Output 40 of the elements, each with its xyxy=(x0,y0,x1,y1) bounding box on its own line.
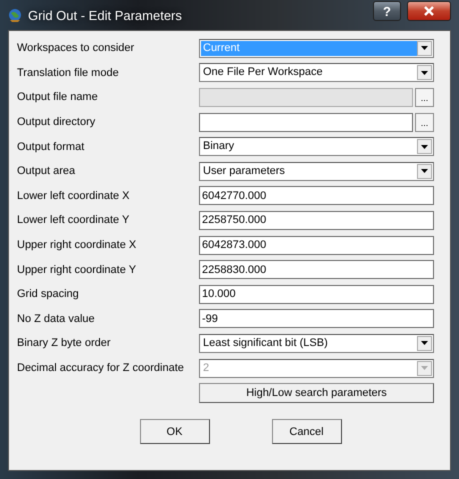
field-label: Output format xyxy=(17,140,86,153)
close-icon xyxy=(424,6,434,16)
caret-icon xyxy=(421,46,428,50)
browse-button[interactable]: ... xyxy=(415,112,434,132)
dropdown[interactable]: Least significant bit (LSB) xyxy=(199,334,434,353)
field-label: Upper right coordinate X xyxy=(17,239,138,252)
window-title: Grid Out - Edit Parameters xyxy=(28,8,183,22)
field-label: No Z data value xyxy=(17,312,96,325)
dropdown[interactable]: User parameters xyxy=(199,162,434,181)
field-label: Output file name xyxy=(17,91,99,104)
input-field[interactable] xyxy=(199,112,413,132)
field-label: Output area xyxy=(17,165,76,178)
field-label: Lower left coordinate X xyxy=(17,190,131,202)
caret-icon xyxy=(421,341,428,346)
caret-icon xyxy=(421,144,428,149)
input-field[interactable]: 10.000 xyxy=(199,284,434,304)
input-field[interactable]: -99 xyxy=(199,309,434,328)
field-label: Grid spacing xyxy=(17,288,80,300)
input-field[interactable]: 6042770.000 xyxy=(199,186,434,206)
field-label: Lower left coordinate Y xyxy=(17,214,130,226)
field-label: Decimal accuracy for Z coordinate xyxy=(17,362,185,374)
input-field[interactable]: 2258750.000 xyxy=(199,210,434,230)
dropdown[interactable]: Binary xyxy=(199,137,434,156)
globe-icon xyxy=(8,8,22,22)
ok-button[interactable]: OK xyxy=(140,419,210,444)
field-label: Translation file mode xyxy=(17,66,120,79)
search-parameters-button[interactable]: High/Low search parameters xyxy=(199,383,434,404)
dropdown[interactable]: One File Per Workspace xyxy=(199,63,434,82)
caret-icon xyxy=(421,169,428,174)
help-button[interactable]: ? xyxy=(373,1,401,21)
caret-icon xyxy=(421,70,428,75)
input-field[interactable]: 2258830.000 xyxy=(199,260,434,280)
caret-icon xyxy=(421,366,428,370)
close-button[interactable] xyxy=(407,1,451,21)
input-field[interactable]: 6042873.000 xyxy=(199,236,434,255)
field-label: Binary Z byte order xyxy=(17,337,112,350)
field-label: Workspaces to consider xyxy=(17,42,136,54)
cancel-button[interactable]: Cancel xyxy=(272,419,342,444)
field-label: Output directory xyxy=(17,116,96,128)
field-label: Upper right coordinate Y xyxy=(17,264,138,276)
